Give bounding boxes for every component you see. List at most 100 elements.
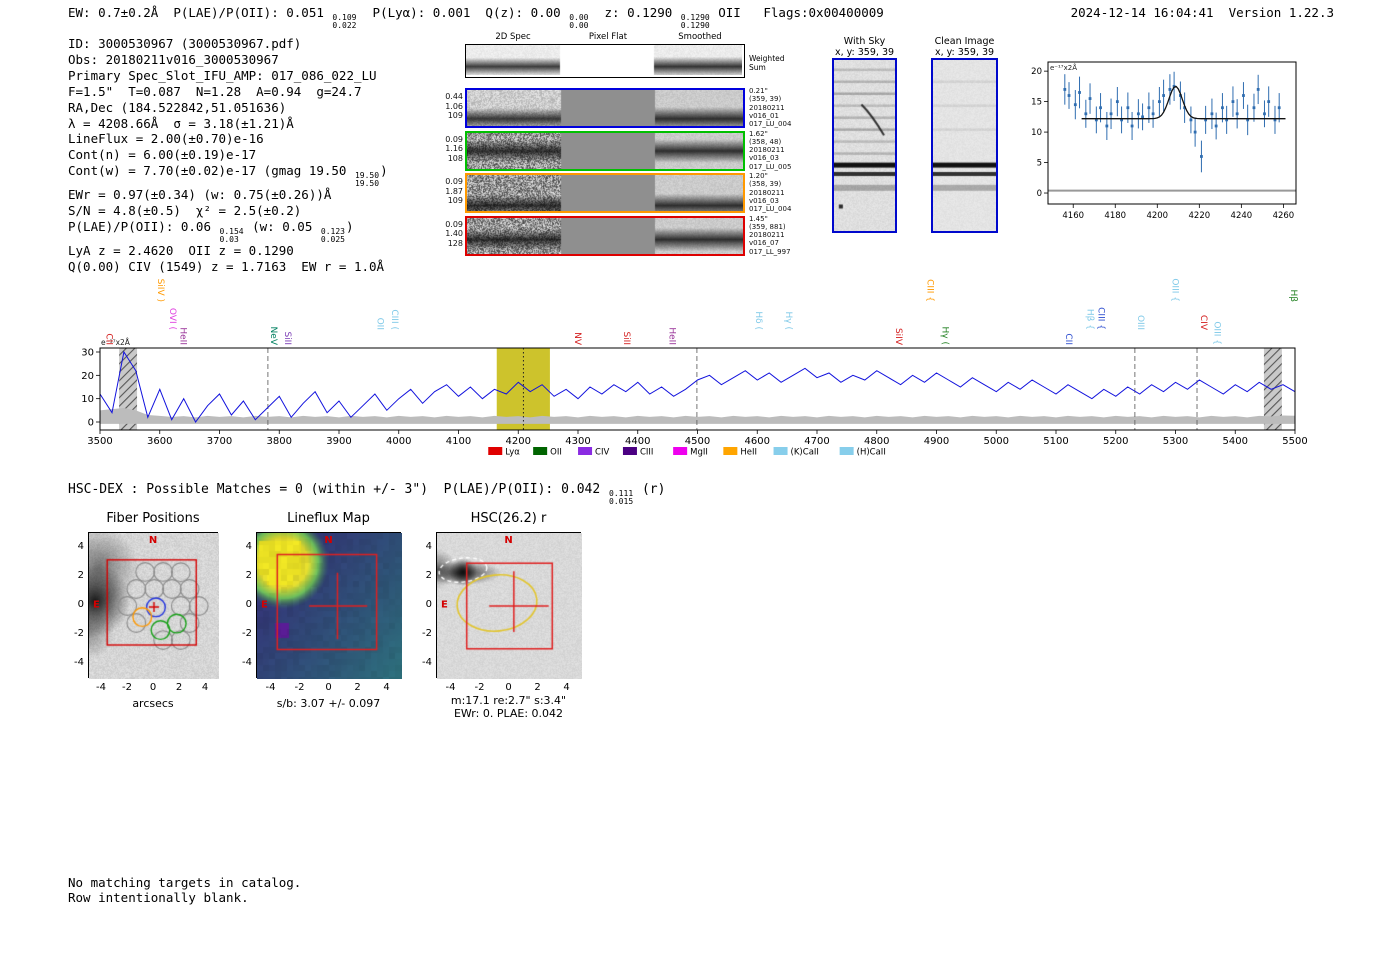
axis-tick-label: -2 (294, 682, 305, 693)
axis-tick-label: 2 (534, 682, 541, 693)
svg-text:10: 10 (1031, 128, 1042, 138)
svg-text:4100: 4100 (446, 436, 471, 447)
info-line: Cont(w) = 7.70(±0.02)e-17 (gmag 19.50 19… (68, 163, 388, 188)
svg-text:0: 0 (88, 418, 94, 429)
axis-tick-label: -4 (265, 682, 276, 693)
east-label: E (261, 599, 268, 611)
legend-swatch (773, 447, 788, 455)
svg-text:15: 15 (1031, 98, 1042, 108)
axis-tick-label: 2 (245, 569, 252, 581)
data-point (1267, 100, 1271, 104)
data-point (1130, 124, 1134, 128)
north-label: N (504, 535, 513, 546)
emission-line-label: HeII (178, 327, 188, 345)
data-point (1221, 106, 1224, 110)
hsc-r-image (437, 533, 582, 679)
data-point (1073, 103, 1077, 107)
spec2d-row (465, 173, 745, 213)
stacked-fraction: 0.111 0.015 (609, 489, 634, 506)
data-point (1277, 106, 1281, 110)
emission-line-label: NV (572, 332, 582, 346)
emission-line-label: CIV (1198, 315, 1208, 331)
svg-text:4200: 4200 (506, 436, 531, 447)
axis-tick-label: 0 (77, 599, 84, 610)
svg-text:4200: 4200 (1146, 211, 1168, 221)
plot-frame (1047, 61, 1297, 205)
spec2d-row-left-labels: 0.09 1.40 128 (445, 219, 463, 248)
cutout-title-lineflux: Lineflux Map (287, 511, 370, 526)
svg-text:3700: 3700 (207, 436, 232, 447)
data-point (1210, 112, 1214, 116)
data-point (1231, 100, 1235, 104)
svg-text:4180: 4180 (1104, 211, 1126, 221)
cutout-title-hsc: HSC(26.2) r (470, 511, 547, 526)
legend-label: HeII (740, 448, 757, 458)
spectrum-line (99, 350, 1296, 423)
axis-tick-label: 2 (175, 682, 183, 693)
legend-label: (H)CaII (857, 448, 886, 458)
emission-line-label: NeV (268, 327, 278, 346)
svg-text:0: 0 (1037, 189, 1042, 199)
axis-tick-label: 4 (383, 682, 390, 693)
info-line: P(LAE)/P(OII): 0.06 0.154 0.03 (w: 0.05 0… (68, 219, 354, 244)
spec2d-row-image (467, 90, 743, 126)
data-point (1252, 106, 1256, 110)
info-line: F=1.5" T=0.087 N=1.28 A=0.94 g=24.7 (68, 83, 362, 99)
spec2d-col-header: Smoothed (678, 32, 722, 42)
emission-line-label: Hβ (1288, 289, 1298, 302)
legend-label: CIV (595, 448, 609, 458)
data-point (1162, 94, 1165, 97)
svg-text:4220: 4220 (1189, 211, 1211, 221)
info-line: Obs: 20180211v016_3000530967 (68, 51, 279, 67)
data-point (1067, 94, 1071, 97)
emission-line-label: CIII { (925, 279, 935, 302)
svg-text:4000: 4000 (386, 436, 411, 447)
elixer-report-page: EW: 0.7±0.2Å P(LAE)/P(OII): 0.051 0.109 0… (0, 0, 1400, 953)
lineflux-map-image (257, 533, 402, 679)
cutout-title-fiber: Fiber Positions (106, 511, 200, 526)
header-stats: EW: 0.7±0.2Å P(LAE)/P(OII): 0.051 0.109 0… (68, 5, 884, 30)
emission-line-label: CIII { (1095, 307, 1105, 330)
svg-text:5200: 5200 (1103, 436, 1128, 447)
axis-tick-label: 4 (77, 540, 84, 552)
with-sky-coords: x, y: 359, 39 (834, 47, 895, 58)
data-point (1168, 88, 1172, 91)
axis-tick-label: 2 (425, 569, 432, 581)
spec2d-row-right-labels: 1.20" (358, 39) 20180211 v016_03 017_LU_004 (749, 172, 792, 214)
with-sky-stamp (832, 58, 897, 233)
info-line: ID: 3000530967 (3000530967.pdf) (68, 36, 302, 51)
data-point (1263, 112, 1266, 116)
axis-tick-label: -4 (242, 657, 252, 669)
data-point (1099, 106, 1102, 110)
clean-image-title: Clean Image (934, 36, 995, 47)
axis-tick-label: -4 (422, 657, 432, 669)
emission-line-label: CIII ( (389, 309, 399, 330)
svg-text:10: 10 (81, 394, 94, 405)
emission-line-label: OII (374, 318, 384, 330)
stacked-fraction: 0.123 0.025 (320, 227, 345, 244)
svg-text:4900: 4900 (924, 436, 949, 447)
emission-line-label: OVI ( (167, 308, 177, 330)
axis-tick-label: 4 (563, 682, 570, 693)
full-spectrum-chart: 3500 3600 3700 3800 3900 4000 4100 4200 4300 4400… (70, 268, 1320, 468)
emission-line-label: SiII (282, 331, 292, 345)
data-point (1141, 115, 1144, 119)
data-point (1105, 124, 1109, 128)
data-point (1063, 88, 1067, 91)
emission-line-label: CII (104, 333, 114, 345)
data-point (1189, 118, 1193, 122)
svg-text:5000: 5000 (984, 436, 1009, 447)
legend-swatch (839, 447, 854, 455)
fiber-xlabel: arcsecs (132, 697, 174, 710)
axis-tick-label: 4 (201, 682, 209, 693)
data-point (1147, 106, 1151, 110)
spec2d-row-left-labels: 0.09 1.87 109 (445, 177, 463, 205)
data-point (1242, 94, 1245, 97)
axis-tick-label: 0 (149, 682, 157, 693)
data-point (1109, 112, 1113, 116)
data-point (1151, 112, 1155, 116)
data-point (1126, 106, 1130, 110)
spec2d-row (465, 215, 745, 256)
axis-tick-label: -2 (474, 682, 485, 693)
axis-tick-label: -2 (422, 628, 432, 640)
